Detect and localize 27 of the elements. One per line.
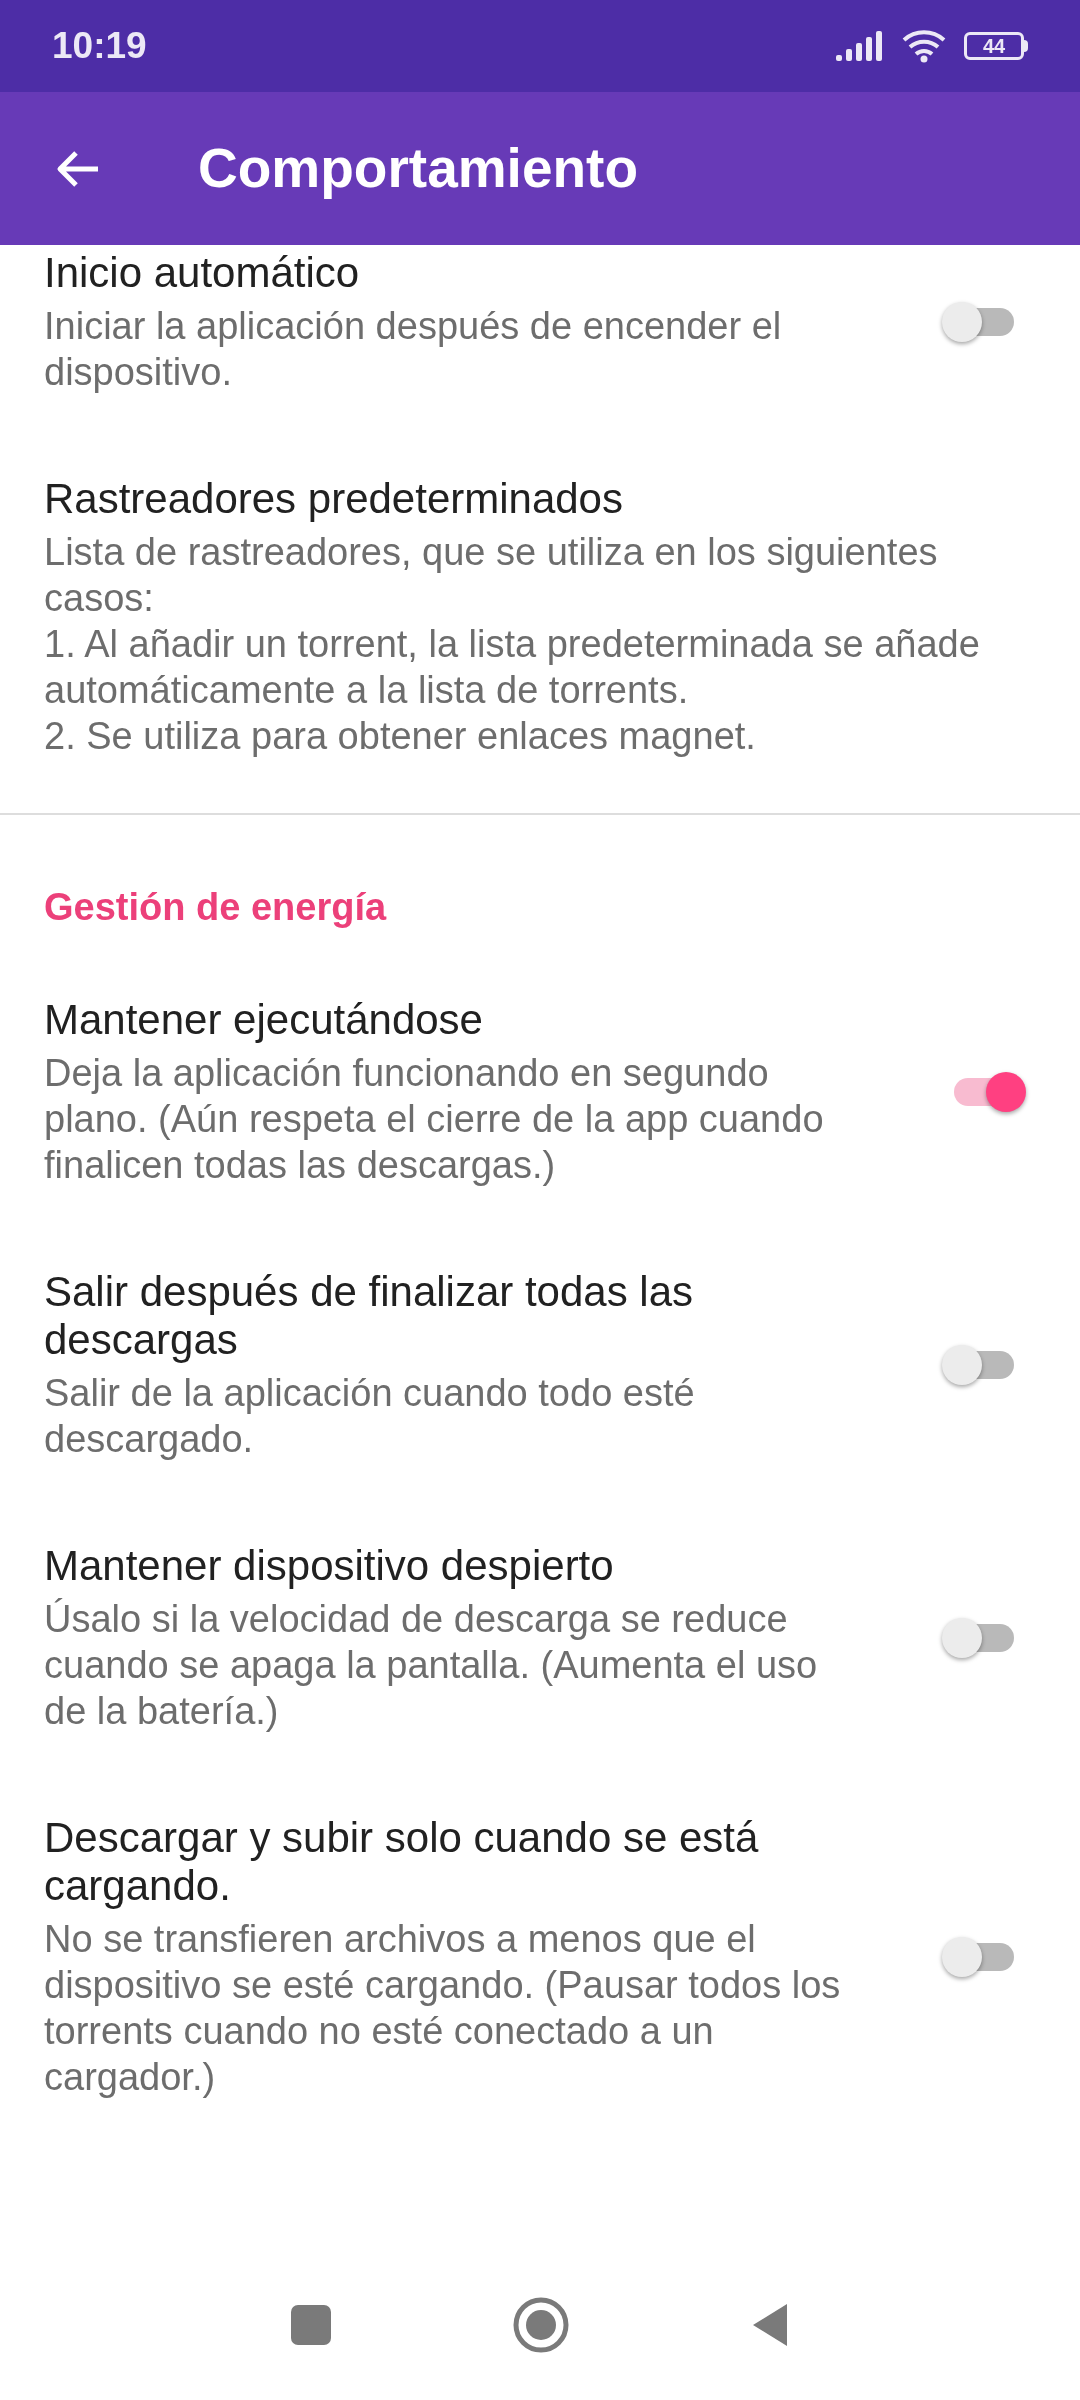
setting-summary: Salir de la aplicación cuando todo esté descargado. (44, 1371, 696, 1462)
home-icon[interactable] (513, 2297, 569, 2353)
signal-icon (836, 31, 884, 61)
wifi-icon (900, 28, 948, 64)
category-header: Gestión de energía (44, 886, 387, 928)
battery-level: 44 (982, 36, 1006, 56)
setting-title: Rastreadores predeterminados (44, 475, 624, 523)
setting-item[interactable]: Mantener dispositivo despierto Úsalo si la velocidad de descarga se reduce cuando se apaga la pantalla. (Aumenta el uso de la batería.) (0, 1502, 1080, 1774)
setting-item[interactable]: Salir después de finalizar todas las descargas Salir de la aplicación cuando todo esté descargado. (0, 1228, 1080, 1502)
back-arrow-icon (56, 148, 100, 189)
setting-summary: No se transfieren archivos a menos que el dispositivo se esté cargando. (Pausar todos los torrents cuando no esté conectado a un cargador.) (44, 1917, 842, 2100)
back-icon[interactable] (751, 2302, 789, 2348)
setting-summary: Lista de rastreadores, que se utiliza en los siguientes casos: 1. Al añadir un torrent, la lista predeterminada se añade automáticamente a la lista de torrents. 2. Se utiliza para obtener enlaces magnet. (44, 530, 981, 759)
setting-title: Mantener dispositivo despierto (44, 1542, 615, 1590)
setting-title: Mantener ejecutándose (44, 996, 484, 1044)
setting-summary: Úsalo si la velocidad de descarga se reduce cuando se apaga la pantalla. (Aumenta el uso de la batería.) (44, 1597, 819, 1734)
setting-summary: Iniciar la aplicación después de encender el dispositivo. (44, 304, 783, 395)
setting-title: Descargar y subir solo cuando se está cargando. (44, 1814, 760, 1910)
setting-item[interactable]: Descargar y subir solo cuando se está cargando. No se transfieren archivos a menos que el dispositivo se esté cargando. (Pausar todos los torrents cuando no esté conectado a un cargador.) (0, 1774, 1080, 2140)
setting-title: Inicio automático (44, 249, 361, 297)
recent-apps-icon[interactable] (291, 2305, 331, 2345)
setting-item[interactable]: Mantener ejecutándose Deja la aplicación funcionando en segundo plano. (Aún respeta el cierre de la app cuando finalicen todas las descargas.) (0, 956, 1080, 1228)
screen-title: Comportamiento (198, 136, 638, 202)
clock: 10:19 (52, 24, 147, 69)
setting-summary: Deja la aplicación funcionando en segundo plano. (Aún respeta el cierre de la app cuando finalicen todas las descargas.) (44, 1051, 825, 1188)
setting-item[interactable]: Inicio automático Iniciar la aplicación después de encender el dispositivo. (0, 245, 1080, 435)
setting-title: Salir después de finalizar todas las descargas (44, 1268, 695, 1364)
